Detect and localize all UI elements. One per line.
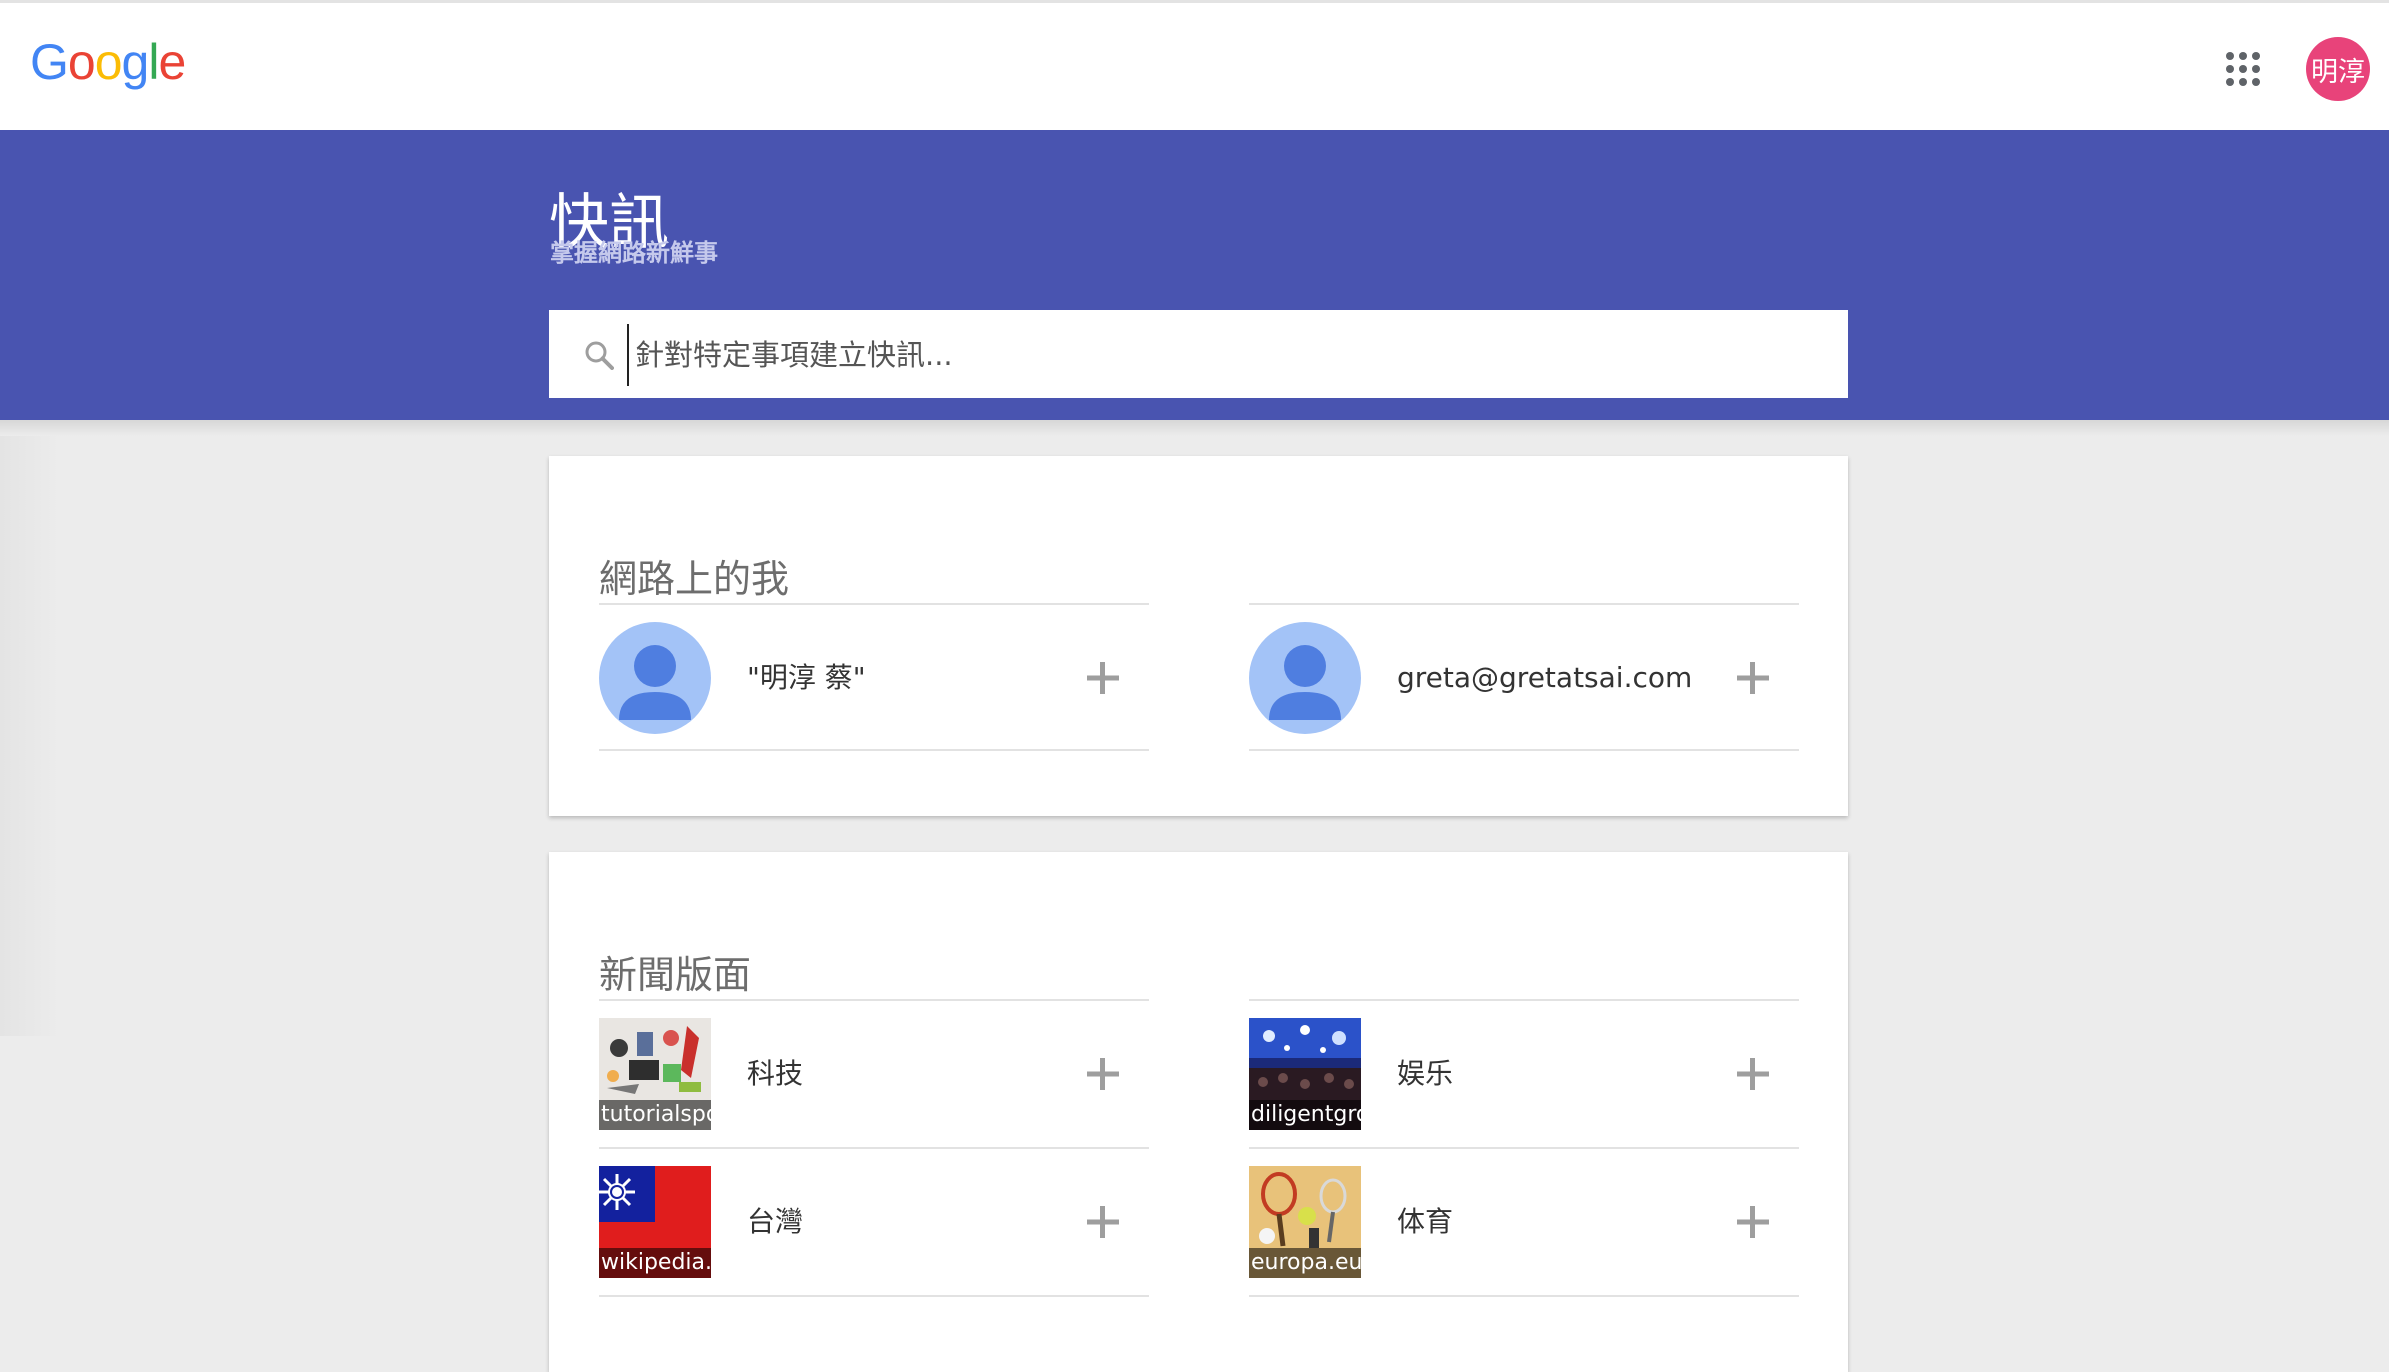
logo-letter: l <box>148 34 159 90</box>
news-section-item[interactable]: europa.eu 体育 <box>1249 1149 1799 1295</box>
divider <box>599 749 1149 751</box>
search-input[interactable] <box>627 324 1827 386</box>
logo-letter: o <box>94 34 123 90</box>
item-label: 科技 <box>747 1057 804 1090</box>
source-label: diligentgro <box>1249 1100 1361 1130</box>
me-on-web-card: 網路上的我 "明淳 蔡" greta@gretatsai.com <box>549 456 1848 816</box>
plus-icon[interactable] <box>1731 656 1775 700</box>
item-label: 体育 <box>1397 1205 1454 1238</box>
banner-shadow <box>0 420 2389 436</box>
news-section-item[interactable]: tutorialspo 科技 <box>599 1001 1149 1147</box>
person-avatar-icon <box>1249 622 1361 734</box>
divider <box>1249 1295 1799 1297</box>
me-on-web-item[interactable]: "明淳 蔡" <box>599 605 1149 751</box>
tech-thumbnail-image: tutorialspo <box>599 1018 711 1130</box>
news-section-item[interactable]: wikipedia.c 台灣 <box>599 1149 1149 1295</box>
me-on-web-item[interactable]: greta@gretatsai.com <box>1249 605 1799 751</box>
page-subtitle: 掌握網路新鮮事 <box>550 239 718 267</box>
item-label: greta@gretatsai.com <box>1397 661 1693 694</box>
search-icon <box>584 340 614 370</box>
logo-letter: G <box>30 34 69 90</box>
taiwan-flag-thumbnail-image: wikipedia.c <box>599 1166 711 1278</box>
apps-grid-icon[interactable] <box>2225 51 2261 87</box>
top-bar: Google 明淳 <box>0 0 2389 130</box>
me-on-web-title: 網路上的我 <box>599 556 790 601</box>
source-label: europa.eu <box>1249 1248 1361 1278</box>
news-sections-card: 新聞版面 tutorialspo 科技 diligentgro 娱乐 wikip… <box>549 852 1848 1372</box>
account-avatar[interactable]: 明淳 <box>2306 37 2370 101</box>
item-label: 娱乐 <box>1397 1057 1454 1090</box>
plus-icon[interactable] <box>1081 1052 1125 1096</box>
divider <box>1249 749 1799 751</box>
news-sections-title: 新聞版面 <box>599 952 752 997</box>
plus-icon[interactable] <box>1731 1200 1775 1244</box>
google-logo[interactable]: Google <box>30 34 186 90</box>
search-box[interactable] <box>549 310 1848 398</box>
plus-icon[interactable] <box>1731 1052 1775 1096</box>
news-section-item[interactable]: diligentgro 娱乐 <box>1249 1001 1799 1147</box>
side-shade <box>0 436 60 1036</box>
item-label: 台灣 <box>747 1205 804 1238</box>
person-avatar-icon <box>599 622 711 734</box>
sports-thumbnail-image: europa.eu <box>1249 1166 1361 1278</box>
source-label: tutorialspo <box>599 1100 711 1130</box>
plus-icon[interactable] <box>1081 1200 1125 1244</box>
logo-letter: e <box>158 34 186 90</box>
divider <box>599 1295 1149 1297</box>
source-label: wikipedia.c <box>599 1248 711 1278</box>
logo-letter: o <box>67 34 96 90</box>
entertainment-thumbnail-image: diligentgro <box>1249 1018 1361 1130</box>
logo-letter: g <box>121 34 150 90</box>
item-label: "明淳 蔡" <box>747 661 866 694</box>
plus-icon[interactable] <box>1081 656 1125 700</box>
